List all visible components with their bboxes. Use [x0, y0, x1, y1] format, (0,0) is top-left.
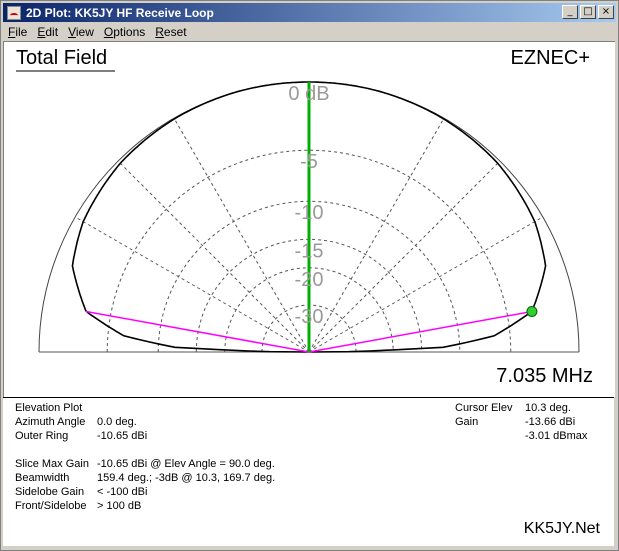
- maximize-button[interactable]: □: [580, 5, 596, 19]
- info-value: -13.66 dBi: [525, 416, 576, 428]
- grid-radial: [117, 160, 310, 353]
- info-value: > 100 dB: [97, 500, 142, 512]
- app-icon[interactable]: [7, 5, 21, 20]
- ring-label: -15: [295, 240, 324, 262]
- info-value: -3.01 dBmax: [525, 430, 588, 442]
- info-label: Front/Sidelobe: [15, 500, 87, 512]
- info-label: Beamwidth: [15, 472, 70, 484]
- branding: KK5JY.Net: [523, 520, 600, 537]
- info-value: 159.4 deg.; -3dB @ 10.3, 169.7 deg.: [97, 472, 276, 484]
- elevation-plot[interactable]: 0 dB -5 -10 -15 -20 -30 Total Field EZNEC+ 7.…: [4, 42, 615, 397]
- minimize-button[interactable]: _: [562, 5, 578, 19]
- grid-radial: [74, 216, 310, 353]
- menu-edit[interactable]: Edit: [32, 25, 63, 39]
- info-value: < -100 dBi: [97, 486, 148, 498]
- info-label: Azimuth Angle: [15, 416, 86, 428]
- ring-label: -20: [295, 269, 324, 291]
- info-value: -10.65 dBi @ Elev Angle = 90.0 deg.: [97, 458, 275, 470]
- menu-options[interactable]: Options: [99, 25, 150, 39]
- ring-label: -5: [300, 151, 318, 173]
- info-label: Outer Ring: [15, 430, 69, 442]
- info-label: Slice Max Gain: [15, 458, 89, 470]
- plot-heading: Total Field: [16, 47, 107, 69]
- grid-radial: [308, 160, 501, 353]
- product-name: EZNEC+: [511, 47, 590, 69]
- window-title: 2D Plot: KK5JY HF Receive Loop: [26, 5, 214, 20]
- info-value: 10.3 deg.: [525, 402, 571, 414]
- ring-label: 0 dB: [288, 83, 329, 105]
- slice-line: [85, 310, 310, 353]
- menu-reset[interactable]: Reset: [150, 25, 191, 39]
- title-bar[interactable]: 2D Plot: KK5JY HF Receive Loop _ □ ×: [3, 3, 616, 22]
- info-label: Elevation Plot: [15, 402, 83, 414]
- close-button[interactable]: ×: [598, 5, 614, 19]
- info-panel: Elevation Plot Azimuth Angle 0.0 deg. Ou…: [3, 397, 614, 546]
- grid-radial: [308, 216, 544, 353]
- frequency-label: 7.035 MHz: [496, 365, 593, 387]
- plot-area[interactable]: 0 dB -5 -10 -15 -20 -30 Total Field EZNEC+ 7.…: [3, 41, 615, 397]
- menu-file[interactable]: File: [3, 25, 32, 39]
- grid-radial: [173, 117, 310, 353]
- menu-view[interactable]: View: [63, 25, 99, 39]
- info-label: Sidelobe Gain: [15, 486, 85, 498]
- grid-radial: [308, 117, 445, 353]
- cursor-marker: [526, 305, 538, 317]
- info-value: 0.0 deg.: [97, 416, 137, 428]
- info-label: Cursor Elev: [455, 402, 513, 414]
- info-value: -10.65 dBi: [97, 430, 148, 442]
- menu-bar: File Edit View Options Reset: [3, 23, 192, 41]
- slice-line: [308, 310, 533, 353]
- ring-label: -10: [295, 202, 324, 224]
- ring-label: -30: [295, 306, 324, 328]
- info-label: Gain: [455, 416, 479, 428]
